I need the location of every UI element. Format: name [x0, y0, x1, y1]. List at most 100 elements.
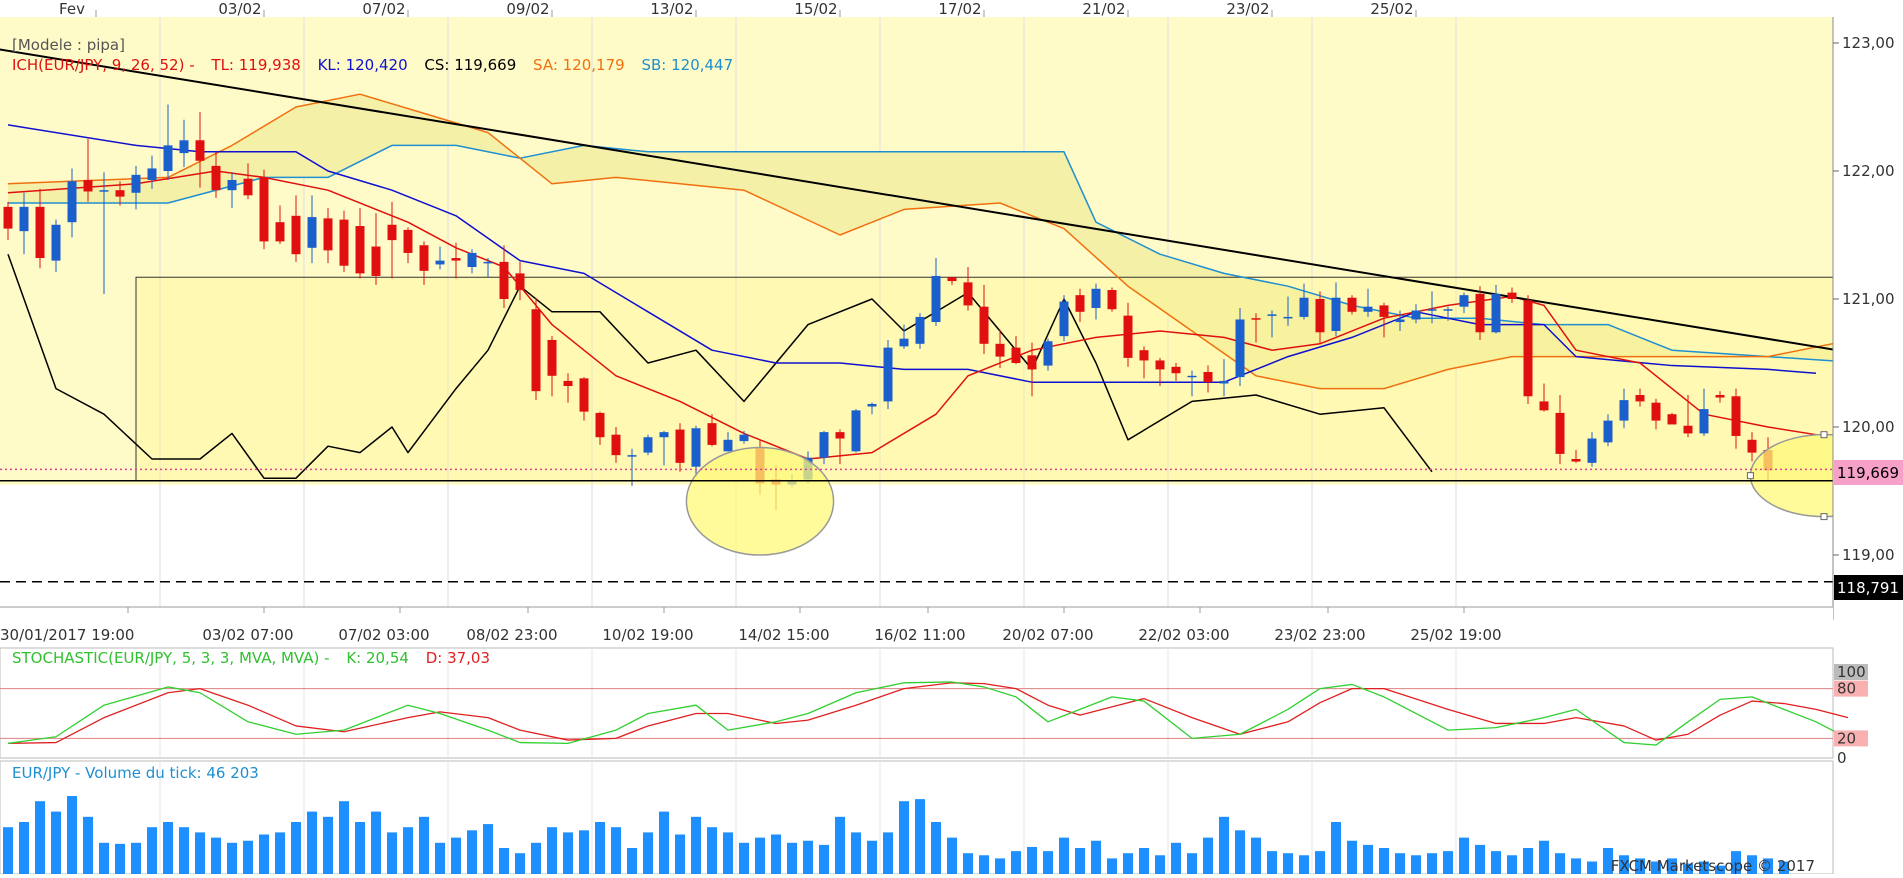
volume-bar: [1251, 837, 1261, 874]
candle-body: [1011, 347, 1021, 363]
volume-bar: [467, 830, 477, 874]
volume-bar: [323, 816, 333, 874]
volume-bar: [291, 822, 301, 874]
candle-body: [1747, 439, 1757, 453]
volume-bar: [1203, 837, 1213, 874]
candle-body: [1539, 401, 1549, 411]
volume-bar: [1555, 853, 1565, 874]
volume-bar: [1283, 853, 1293, 874]
ichimoku-legend: ICH(EUR/JPY, 9, 26, 52) - TL: 119,938 KL…: [12, 56, 733, 74]
price-tick-label: 121,00: [1842, 290, 1895, 308]
volume-bar: [243, 840, 253, 874]
volume-bar: [1491, 851, 1501, 874]
candle-body: [627, 455, 637, 457]
volume-bar: [275, 832, 285, 874]
volume-bar: [659, 811, 669, 874]
current-price-label: 119,669: [1837, 464, 1899, 482]
candle-body: [1587, 438, 1597, 463]
candle-body: [243, 178, 253, 196]
volume-bar: [1443, 851, 1453, 874]
volume-bar: [1571, 858, 1581, 874]
footer-label: FXCM Marketscope © 2017: [1611, 857, 1815, 874]
candle-body: [1475, 293, 1485, 333]
volume-bar: [403, 827, 413, 874]
volume-bar: [387, 832, 397, 874]
volume-bar: [1587, 861, 1597, 874]
candle-body: [1395, 319, 1405, 323]
candle-body: [723, 439, 733, 452]
stochastic-level-label: 100: [1837, 663, 1866, 681]
candle-body: [419, 245, 429, 271]
top-date-label: 15/02: [794, 0, 837, 18]
candle-body: [451, 258, 461, 261]
candle-body: [1459, 295, 1469, 307]
volume-bar: [1107, 858, 1117, 874]
volume-bar: [435, 842, 445, 874]
volume-bar: [1299, 855, 1309, 874]
candle-body: [1651, 402, 1661, 421]
volume-bar: [211, 837, 221, 874]
price-tick-label: 120,00: [1842, 418, 1895, 436]
candle-body: [51, 224, 61, 261]
volume-bar: [819, 844, 829, 874]
candle-body: [1219, 380, 1229, 384]
volume-bar: [755, 837, 765, 874]
candle-body: [1123, 315, 1133, 358]
candle-body: [1315, 299, 1325, 333]
volume-bar: [115, 843, 125, 874]
candle-body: [899, 338, 909, 347]
chart-canvas[interactable]: 123,00 122,00 121,00 120,00 119,00 119,669 1…: [0, 0, 1903, 875]
kl-label: KL: 120,420: [318, 56, 408, 74]
candle-body: [403, 229, 413, 253]
candle-body: [19, 206, 29, 232]
candle-body: [35, 206, 45, 259]
volume-bar: [531, 842, 541, 874]
bottom-date-label: 23/02 23:00: [1274, 626, 1365, 644]
dashed-price-label: 118,791: [1837, 579, 1899, 597]
volume-bar: [1155, 855, 1165, 874]
candle-body: [1363, 306, 1373, 312]
volume-bar: [1123, 853, 1133, 874]
candle-body: [579, 378, 589, 412]
candle-body: [1603, 420, 1613, 443]
volume-bar: [419, 816, 429, 874]
volume-bar: [339, 801, 349, 874]
bottom-date-label: 10/02 19:00: [602, 626, 693, 644]
bottom-date-label: 22/02 03:00: [1138, 626, 1229, 644]
sa-label: SA: 120,179: [533, 56, 625, 74]
candle-body: [1155, 360, 1165, 370]
candle-body: [259, 177, 269, 242]
candle-body: [483, 261, 493, 264]
candle-body: [323, 218, 333, 251]
volume-bar: [915, 799, 925, 874]
volume-bar: [227, 842, 237, 874]
candle-body: [1379, 305, 1389, 317]
candle-body: [659, 432, 669, 438]
candle-body: [563, 380, 573, 387]
stochastic-label: STOCHASTIC(EUR/JPY, 5, 3, 3, MVA, MVA) -: [12, 649, 330, 667]
candle-body: [675, 429, 685, 463]
candle-body: [1171, 366, 1181, 374]
candle-body: [371, 246, 381, 276]
volume-bar: [83, 816, 93, 874]
below-support-area: [0, 485, 1833, 607]
candle-body: [1443, 309, 1453, 311]
candle-body: [1555, 412, 1565, 454]
volume-bar: [947, 837, 957, 874]
volume-bar: [67, 796, 77, 874]
volume-bar: [851, 832, 861, 874]
candle-body: [1091, 288, 1101, 308]
candle-body: [1107, 290, 1117, 310]
volume-bar: [1091, 840, 1101, 874]
candle-body: [211, 165, 221, 191]
volume-bar: [835, 816, 845, 874]
candle-body: [995, 343, 1005, 357]
volume-bar: [355, 822, 365, 874]
ellipse-handle: [1746, 472, 1754, 480]
cs-label: CS: 119,669: [424, 56, 516, 74]
candle-body: [515, 273, 525, 291]
candle-body: [99, 190, 109, 192]
stochastic-level-label: 80: [1837, 680, 1856, 698]
bottom-date-label: 25/02 19:00: [1410, 626, 1501, 644]
volume-bar: [547, 827, 557, 874]
